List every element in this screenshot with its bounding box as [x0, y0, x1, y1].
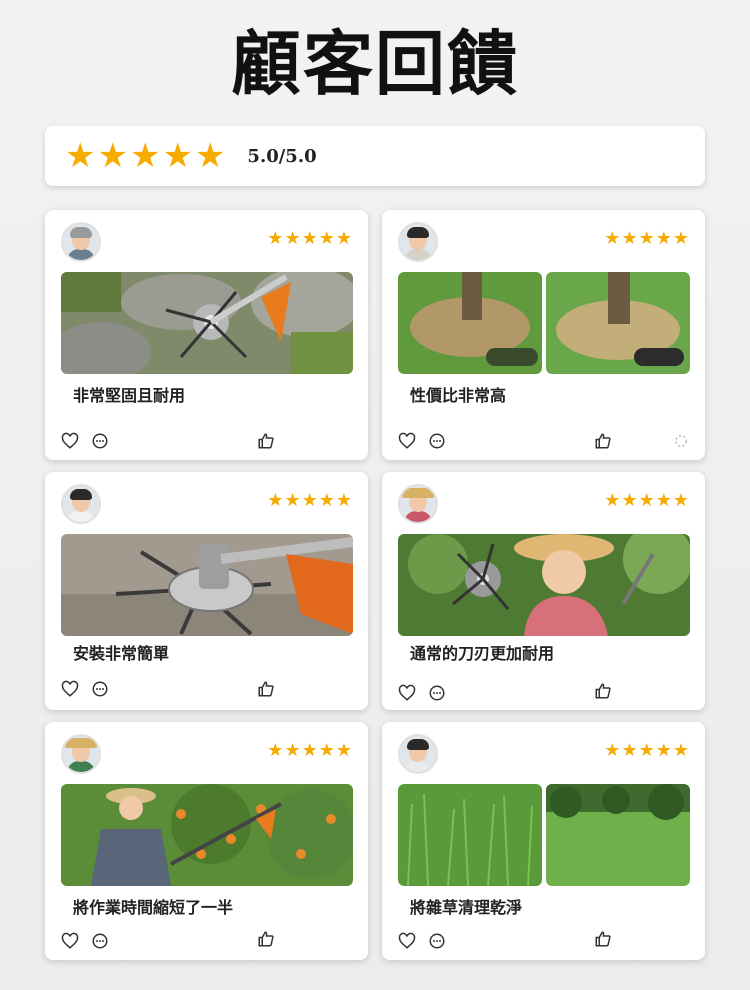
review-stars: ★ ★ ★ ★ ★	[267, 492, 352, 510]
star-icon: ★	[301, 228, 318, 249]
thumbs-up-icon[interactable]	[594, 930, 612, 948]
star-icon: ★	[621, 228, 638, 249]
review-stars: ★ ★ ★ ★ ★	[604, 492, 689, 510]
review-text: 將雜草清理乾淨	[410, 898, 523, 917]
comment-icon[interactable]	[91, 932, 109, 950]
star-icon: ★	[672, 490, 689, 511]
star-icon: ★	[97, 136, 128, 176]
thumbs-up-icon[interactable]	[594, 432, 612, 450]
before-photo	[398, 784, 542, 886]
star-icon: ★	[129, 136, 161, 176]
comment-icon[interactable]	[91, 432, 109, 450]
star-icon: ★	[284, 740, 301, 761]
review-stars: ★ ★ ★ ★ ★	[604, 230, 689, 248]
review-card: ★ ★ ★ ★ ★ 通常的刀刃更加耐用	[382, 472, 705, 710]
avatar	[61, 222, 101, 262]
review-text: 性價比非常高	[410, 386, 507, 405]
review-stars: ★ ★ ★ ★ ★	[267, 742, 352, 760]
review-text: 通常的刀刃更加耐用	[410, 644, 555, 663]
review-card: ★ ★ ★ ★ ★ 將作業時間縮短了一半	[45, 722, 368, 960]
review-photo[interactable]	[398, 534, 690, 636]
star-icon: ★	[638, 740, 655, 761]
star-icon: ★	[267, 228, 284, 249]
star-icon: ★	[621, 740, 638, 761]
page-title: 顧客回饋	[231, 22, 519, 105]
star-icon: ★	[335, 490, 352, 511]
star-icon: ★	[194, 136, 226, 176]
thumbs-up-icon[interactable]	[257, 930, 275, 948]
summary-stars: ★ ★ ★ ★ ★	[65, 139, 225, 173]
star-icon: ★	[655, 490, 672, 511]
review-text: 非常堅固且耐用	[73, 386, 186, 405]
star-icon: ★	[284, 228, 301, 249]
avatar	[398, 222, 438, 262]
review-text: 安裝非常簡單	[73, 644, 170, 663]
star-icon: ★	[672, 228, 689, 249]
review-photo[interactable]	[61, 272, 353, 374]
review-stars: ★ ★ ★ ★ ★	[604, 742, 689, 760]
star-icon: ★	[318, 490, 335, 511]
star-icon: ★	[655, 740, 672, 761]
thumbs-up-icon[interactable]	[594, 682, 612, 700]
star-icon: ★	[335, 740, 352, 761]
star-icon: ★	[672, 740, 689, 761]
star-icon: ★	[301, 490, 318, 511]
star-icon: ★	[318, 228, 335, 249]
review-stars: ★ ★ ★ ★ ★	[267, 230, 352, 248]
star-icon: ★	[621, 490, 638, 511]
heart-icon[interactable]	[398, 684, 416, 702]
review-photo[interactable]	[398, 272, 690, 374]
avatar	[61, 734, 101, 774]
comment-icon[interactable]	[428, 432, 446, 450]
star-icon: ★	[284, 490, 301, 511]
star-icon: ★	[162, 136, 193, 176]
rating-score: 5.0/5.0	[247, 145, 317, 167]
avatar	[398, 734, 438, 774]
heart-icon[interactable]	[61, 432, 79, 450]
comment-icon[interactable]	[428, 684, 446, 702]
review-card: ★ ★ ★ ★ ★ 性價比非常高	[382, 210, 705, 460]
review-card: ★ ★ ★ ★ ★ 安裝非常簡單	[45, 472, 368, 710]
star-icon: ★	[335, 228, 352, 249]
review-card: ★ ★ ★ ★ ★ 非常堅固且耐用	[45, 210, 368, 460]
star-icon: ★	[267, 490, 284, 511]
star-icon: ★	[638, 228, 655, 249]
comment-icon[interactable]	[91, 680, 109, 698]
review-photo[interactable]	[398, 784, 690, 886]
review-photo[interactable]	[61, 534, 353, 636]
before-photo	[398, 272, 542, 374]
thumbs-up-icon[interactable]	[257, 432, 275, 450]
rating-summary: ★ ★ ★ ★ ★ 5.0/5.0	[45, 126, 705, 186]
star-icon: ★	[638, 490, 655, 511]
comment-icon[interactable]	[428, 932, 446, 950]
review-text: 將作業時間縮短了一半	[73, 898, 234, 917]
review-card: ★ ★ ★ ★ ★ 將雜草清理乾淨	[382, 722, 705, 960]
heart-icon[interactable]	[398, 432, 416, 450]
heart-icon[interactable]	[398, 932, 416, 950]
star-icon: ★	[604, 490, 621, 511]
star-icon: ★	[604, 740, 621, 761]
heart-icon[interactable]	[61, 932, 79, 950]
heart-icon[interactable]	[61, 680, 79, 698]
star-icon: ★	[301, 740, 318, 761]
star-icon: ★	[267, 740, 284, 761]
star-icon: ★	[318, 740, 335, 761]
thumbs-up-icon[interactable]	[257, 680, 275, 698]
after-photo	[546, 784, 690, 886]
star-icon: ★	[655, 228, 672, 249]
after-photo	[546, 272, 690, 374]
avatar	[398, 484, 438, 524]
loading-icon	[675, 435, 687, 447]
review-photo[interactable]	[61, 784, 353, 886]
star-icon: ★	[604, 228, 621, 249]
avatar	[61, 484, 101, 524]
star-icon: ★	[65, 136, 96, 176]
